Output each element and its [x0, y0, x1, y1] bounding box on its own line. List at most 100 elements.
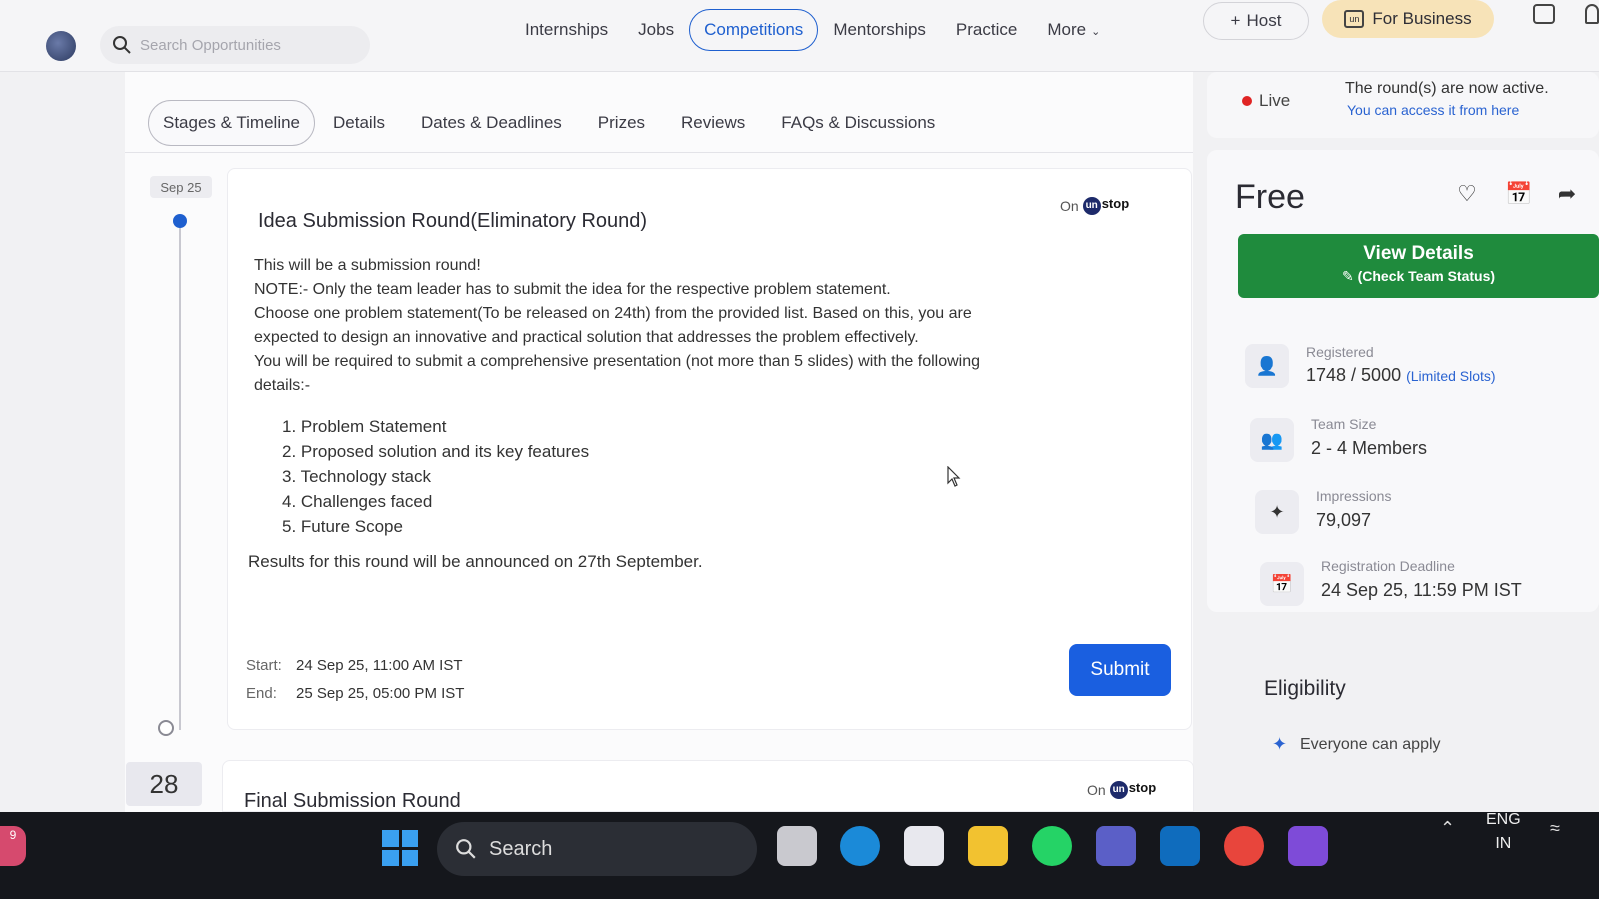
whatsapp-icon[interactable] [1032, 826, 1072, 866]
copilot-icon[interactable] [1288, 826, 1328, 866]
list-item: 2. Proposed solution and its key feature… [282, 442, 590, 461]
search-bar[interactable] [100, 26, 370, 64]
timeline-active-dot [173, 214, 187, 228]
pencil-icon: ✎ [1341, 268, 1358, 284]
timeline-date-label: Sep 25 [150, 176, 212, 198]
main-nav: Internships Jobs Competitions Mentorship… [510, 8, 1115, 52]
unstop-logo-mark: un [1082, 197, 1101, 215]
eligibility-title: Eligibility [1264, 677, 1346, 700]
nav-mentorships[interactable]: Mentorships [818, 20, 941, 40]
task-view-icon[interactable] [777, 826, 817, 866]
unstop-logo-mark: un [1109, 781, 1128, 799]
mouse-cursor-icon [947, 466, 961, 487]
desc-line: NOTE:- Only the team leader has to submi… [254, 281, 891, 298]
view-details-button[interactable]: View Details ✎ (Check Team Status) [1238, 234, 1599, 298]
heart-icon[interactable]: ♡ [1455, 182, 1479, 206]
stat-label-deadline: Registration Deadline [1321, 558, 1455, 574]
chevron-up-icon[interactable]: ⌃ [1440, 818, 1455, 839]
site-logo[interactable] [46, 31, 76, 61]
unstop-logo-text: stop [1128, 780, 1157, 795]
nav-competitions[interactable]: Competitions [689, 9, 819, 51]
notification-badge[interactable]: 9 [0, 826, 26, 866]
tab-prizes[interactable]: Prizes [580, 113, 663, 133]
timeline-line [179, 225, 181, 730]
end-time-row: End: 25 Sep 25, 05:00 PM IST [246, 680, 464, 708]
file-explorer-icon[interactable] [968, 826, 1008, 866]
wifi-icon[interactable]: ≈ [1550, 818, 1560, 839]
list-item: 3. Technology stack [282, 467, 431, 486]
search-icon [456, 839, 476, 859]
start-label: Start: [246, 657, 282, 674]
edge-browser-icon[interactable] [840, 826, 880, 866]
nav-practice[interactable]: Practice [941, 20, 1032, 40]
teams-icon[interactable] [1096, 826, 1136, 866]
host-button-label: Host [1246, 11, 1282, 30]
calendar-icon[interactable]: 📅 [1505, 182, 1532, 206]
list-item: 4. Challenges faced [282, 492, 433, 511]
desc-line: Choose one problem statement(To be relea… [254, 305, 972, 322]
submit-button[interactable]: Submit [1069, 644, 1171, 696]
round-times: Start: 24 Sep 25, 11:00 AM IST End: 25 Sep… [246, 652, 464, 708]
unstop-logo: un stop [1109, 780, 1157, 799]
desc-line: This will be a submission round! [254, 257, 481, 274]
nav-more[interactable]: More ⌄ [1032, 20, 1115, 40]
windows-start-icon[interactable] [382, 830, 418, 866]
business-icon: un [1344, 10, 1365, 28]
nav-jobs[interactable]: Jobs [623, 20, 689, 40]
start-time-row: Start: 24 Sep 25, 11:00 AM IST [246, 652, 464, 680]
nav-more-label: More [1047, 20, 1087, 39]
chrome-icon[interactable] [1224, 826, 1264, 866]
view-details-label: View Details [1363, 243, 1474, 264]
live-dot-icon [1242, 96, 1252, 106]
taskbar-search[interactable]: Search [437, 822, 757, 876]
microsoft-store-icon[interactable] [904, 826, 944, 866]
host-button[interactable]: + Host [1203, 2, 1309, 40]
plus-icon: + [1230, 11, 1241, 30]
for-business-button[interactable]: un For Business [1322, 0, 1494, 38]
search-input[interactable] [140, 36, 360, 54]
on-label: On [1087, 781, 1106, 798]
live-access-link[interactable]: You can access it from here [1347, 102, 1519, 118]
stat-label-team-size: Team Size [1311, 416, 1377, 432]
calendar-icon: 📅 [1260, 562, 1304, 606]
tabs-divider [125, 152, 1193, 153]
language-indicator[interactable]: ENG IN [1486, 808, 1521, 856]
requirements-list: 1. Problem Statement 2. Proposed solutio… [282, 414, 589, 539]
next-round-platform: On un stop [1087, 780, 1156, 799]
sparkle-icon: ✦ [1272, 734, 1288, 754]
nav-internships[interactable]: Internships [510, 20, 623, 40]
round-platform: On un stop [1060, 196, 1129, 215]
registered-user-icon: 👤 [1245, 344, 1289, 388]
live-message: The round(s) are now active. [1345, 80, 1549, 97]
team-icon: 👥 [1250, 418, 1294, 462]
stat-value-registered: 1748 / 5000 (Limited Slots) [1306, 365, 1496, 386]
view-details-sublabel: ✎ (Check Team Status) [1238, 268, 1599, 285]
list-item: 1. Problem Statement [282, 417, 447, 436]
outlook-icon[interactable] [1160, 826, 1200, 866]
chevron-down-icon: ⌄ [1091, 26, 1101, 38]
desc-line: details:- [254, 377, 311, 394]
tab-dates-deadlines[interactable]: Dates & Deadlines [403, 113, 580, 133]
tab-reviews[interactable]: Reviews [663, 113, 763, 133]
tab-details[interactable]: Details [315, 113, 403, 133]
tab-stages-timeline[interactable]: Stages & Timeline [148, 100, 316, 146]
stat-value-impressions: 79,097 [1316, 510, 1372, 530]
unstop-logo-text: stop [1101, 196, 1130, 211]
desc-line: expected to design an innovative and pra… [254, 329, 919, 346]
limited-slots-label: (Limited Slots) [1406, 368, 1496, 384]
tab-faqs-discussions[interactable]: FAQs & Discussions [763, 113, 953, 133]
on-label: On [1060, 197, 1079, 214]
messages-icon[interactable] [1533, 4, 1555, 24]
for-business-label: For Business [1372, 9, 1472, 28]
timeline-end-dot [158, 720, 174, 736]
unstop-logo: un stop [1082, 196, 1130, 215]
eligibility-item: Everyone can apply [1300, 736, 1441, 753]
stat-label-registered: Registered [1306, 344, 1374, 360]
registered-count: 1748 / 5000 [1306, 365, 1402, 385]
search-icon [113, 36, 131, 54]
detail-tabs: Stages & Timeline Details Dates & Deadli… [148, 100, 953, 146]
share-icon[interactable]: ➦ [1555, 182, 1579, 206]
results-announcement: Results for this round will be announced… [248, 552, 703, 571]
notification-bell-icon[interactable] [1585, 4, 1599, 24]
stat-value-deadline: 24 Sep 25, 11:59 PM IST [1321, 580, 1522, 600]
